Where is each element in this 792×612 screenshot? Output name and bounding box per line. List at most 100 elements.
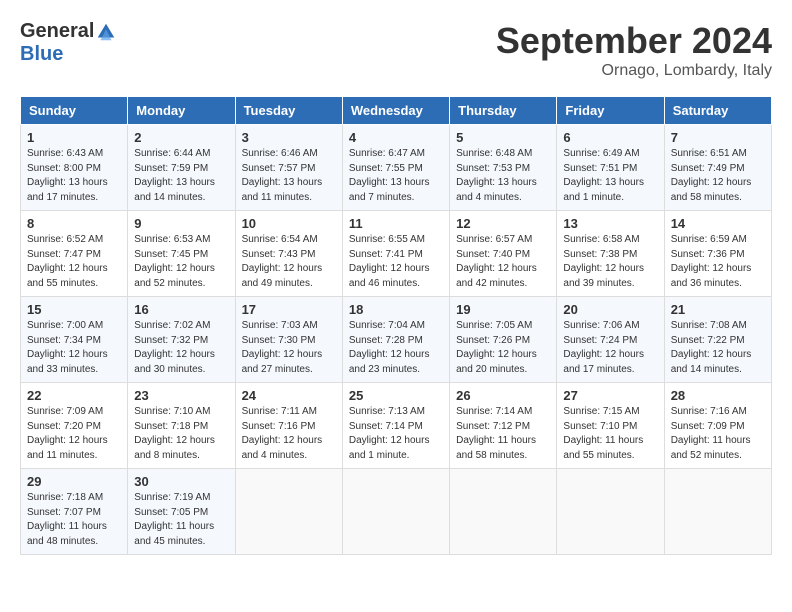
table-row: 22 Sunrise: 7:09 AMSunset: 7:20 PMDaylig… (21, 383, 128, 469)
day-number: 13 (563, 216, 657, 231)
day-number: 3 (242, 130, 336, 145)
day-info: Sunrise: 6:55 AMSunset: 7:41 PMDaylight:… (349, 233, 443, 291)
table-row: 23 Sunrise: 7:10 AMSunset: 7:18 PMDaylig… (128, 383, 235, 469)
day-info: Sunrise: 6:44 AMSunset: 7:59 PMDaylight:… (134, 147, 228, 205)
day-info: Sunrise: 7:04 AMSunset: 7:28 PMDaylight:… (349, 319, 443, 377)
table-row: 15 Sunrise: 7:00 AMSunset: 7:34 PMDaylig… (21, 297, 128, 383)
calendar-week-row: 15 Sunrise: 7:00 AMSunset: 7:34 PMDaylig… (21, 297, 772, 383)
calendar-header-row: Sunday Monday Tuesday Wednesday Thursday… (21, 97, 772, 125)
table-row: 7 Sunrise: 6:51 AMSunset: 7:49 PMDayligh… (664, 125, 771, 211)
table-row: 17 Sunrise: 7:03 AMSunset: 7:30 PMDaylig… (235, 297, 342, 383)
day-number: 29 (27, 474, 121, 489)
day-info: Sunrise: 7:00 AMSunset: 7:34 PMDaylight:… (27, 319, 121, 377)
table-row (664, 469, 771, 555)
table-row (342, 469, 449, 555)
day-info: Sunrise: 6:46 AMSunset: 7:57 PMDaylight:… (242, 147, 336, 205)
day-info: Sunrise: 7:13 AMSunset: 7:14 PMDaylight:… (349, 405, 443, 463)
day-number: 27 (563, 388, 657, 403)
day-info: Sunrise: 6:58 AMSunset: 7:38 PMDaylight:… (563, 233, 657, 291)
day-number: 15 (27, 302, 121, 317)
day-info: Sunrise: 6:43 AMSunset: 8:00 PMDaylight:… (27, 147, 121, 205)
table-row: 13 Sunrise: 6:58 AMSunset: 7:38 PMDaylig… (557, 211, 664, 297)
day-info: Sunrise: 6:53 AMSunset: 7:45 PMDaylight:… (134, 233, 228, 291)
day-info: Sunrise: 6:54 AMSunset: 7:43 PMDaylight:… (242, 233, 336, 291)
day-info: Sunrise: 7:19 AMSunset: 7:05 PMDaylight:… (134, 491, 228, 549)
table-row: 9 Sunrise: 6:53 AMSunset: 7:45 PMDayligh… (128, 211, 235, 297)
day-number: 16 (134, 302, 228, 317)
day-number: 30 (134, 474, 228, 489)
table-row (450, 469, 557, 555)
title-block: September 2024 Ornago, Lombardy, Italy (496, 20, 772, 80)
day-info: Sunrise: 6:52 AMSunset: 7:47 PMDaylight:… (27, 233, 121, 291)
table-row: 30 Sunrise: 7:19 AMSunset: 7:05 PMDaylig… (128, 469, 235, 555)
calendar-week-row: 8 Sunrise: 6:52 AMSunset: 7:47 PMDayligh… (21, 211, 772, 297)
table-row: 3 Sunrise: 6:46 AMSunset: 7:57 PMDayligh… (235, 125, 342, 211)
day-number: 9 (134, 216, 228, 231)
day-number: 12 (456, 216, 550, 231)
table-row: 8 Sunrise: 6:52 AMSunset: 7:47 PMDayligh… (21, 211, 128, 297)
header-monday: Monday (128, 97, 235, 125)
day-number: 14 (671, 216, 765, 231)
day-info: Sunrise: 7:08 AMSunset: 7:22 PMDaylight:… (671, 319, 765, 377)
logo: General Blue (20, 20, 118, 65)
day-number: 8 (27, 216, 121, 231)
day-number: 10 (242, 216, 336, 231)
table-row: 11 Sunrise: 6:55 AMSunset: 7:41 PMDaylig… (342, 211, 449, 297)
day-info: Sunrise: 7:11 AMSunset: 7:16 PMDaylight:… (242, 405, 336, 463)
table-row: 25 Sunrise: 7:13 AMSunset: 7:14 PMDaylig… (342, 383, 449, 469)
day-info: Sunrise: 7:02 AMSunset: 7:32 PMDaylight:… (134, 319, 228, 377)
table-row: 1 Sunrise: 6:43 AMSunset: 8:00 PMDayligh… (21, 125, 128, 211)
day-number: 25 (349, 388, 443, 403)
day-info: Sunrise: 6:57 AMSunset: 7:40 PMDaylight:… (456, 233, 550, 291)
day-number: 26 (456, 388, 550, 403)
table-row: 24 Sunrise: 7:11 AMSunset: 7:16 PMDaylig… (235, 383, 342, 469)
table-row: 19 Sunrise: 7:05 AMSunset: 7:26 PMDaylig… (450, 297, 557, 383)
day-number: 5 (456, 130, 550, 145)
header-thursday: Thursday (450, 97, 557, 125)
table-row: 18 Sunrise: 7:04 AMSunset: 7:28 PMDaylig… (342, 297, 449, 383)
table-row: 5 Sunrise: 6:48 AMSunset: 7:53 PMDayligh… (450, 125, 557, 211)
day-number: 23 (134, 388, 228, 403)
calendar-table: Sunday Monday Tuesday Wednesday Thursday… (20, 96, 772, 555)
day-info: Sunrise: 6:48 AMSunset: 7:53 PMDaylight:… (456, 147, 550, 205)
day-number: 17 (242, 302, 336, 317)
table-row (557, 469, 664, 555)
calendar-week-row: 1 Sunrise: 6:43 AMSunset: 8:00 PMDayligh… (21, 125, 772, 211)
header-saturday: Saturday (664, 97, 771, 125)
day-info: Sunrise: 7:16 AMSunset: 7:09 PMDaylight:… (671, 405, 765, 463)
location: Ornago, Lombardy, Italy (496, 62, 772, 80)
day-number: 4 (349, 130, 443, 145)
day-info: Sunrise: 7:15 AMSunset: 7:10 PMDaylight:… (563, 405, 657, 463)
logo-text: General Blue (20, 20, 118, 65)
table-row: 26 Sunrise: 7:14 AMSunset: 7:12 PMDaylig… (450, 383, 557, 469)
header-sunday: Sunday (21, 97, 128, 125)
table-row: 28 Sunrise: 7:16 AMSunset: 7:09 PMDaylig… (664, 383, 771, 469)
day-info: Sunrise: 7:06 AMSunset: 7:24 PMDaylight:… (563, 319, 657, 377)
calendar-week-row: 22 Sunrise: 7:09 AMSunset: 7:20 PMDaylig… (21, 383, 772, 469)
day-number: 24 (242, 388, 336, 403)
day-number: 1 (27, 130, 121, 145)
calendar-week-row: 29 Sunrise: 7:18 AMSunset: 7:07 PMDaylig… (21, 469, 772, 555)
day-number: 28 (671, 388, 765, 403)
day-info: Sunrise: 6:59 AMSunset: 7:36 PMDaylight:… (671, 233, 765, 291)
day-number: 22 (27, 388, 121, 403)
day-number: 2 (134, 130, 228, 145)
day-info: Sunrise: 7:18 AMSunset: 7:07 PMDaylight:… (27, 491, 121, 549)
table-row: 2 Sunrise: 6:44 AMSunset: 7:59 PMDayligh… (128, 125, 235, 211)
table-row: 20 Sunrise: 7:06 AMSunset: 7:24 PMDaylig… (557, 297, 664, 383)
header-wednesday: Wednesday (342, 97, 449, 125)
table-row: 29 Sunrise: 7:18 AMSunset: 7:07 PMDaylig… (21, 469, 128, 555)
day-info: Sunrise: 7:09 AMSunset: 7:20 PMDaylight:… (27, 405, 121, 463)
day-number: 20 (563, 302, 657, 317)
table-row: 16 Sunrise: 7:02 AMSunset: 7:32 PMDaylig… (128, 297, 235, 383)
day-number: 21 (671, 302, 765, 317)
header-friday: Friday (557, 97, 664, 125)
day-info: Sunrise: 7:03 AMSunset: 7:30 PMDaylight:… (242, 319, 336, 377)
day-info: Sunrise: 6:47 AMSunset: 7:55 PMDaylight:… (349, 147, 443, 205)
table-row: 10 Sunrise: 6:54 AMSunset: 7:43 PMDaylig… (235, 211, 342, 297)
day-info: Sunrise: 7:14 AMSunset: 7:12 PMDaylight:… (456, 405, 550, 463)
page-header: General Blue September 2024 Ornago, Lomb… (20, 20, 772, 80)
month-title: September 2024 (496, 20, 772, 62)
day-number: 6 (563, 130, 657, 145)
table-row: 21 Sunrise: 7:08 AMSunset: 7:22 PMDaylig… (664, 297, 771, 383)
